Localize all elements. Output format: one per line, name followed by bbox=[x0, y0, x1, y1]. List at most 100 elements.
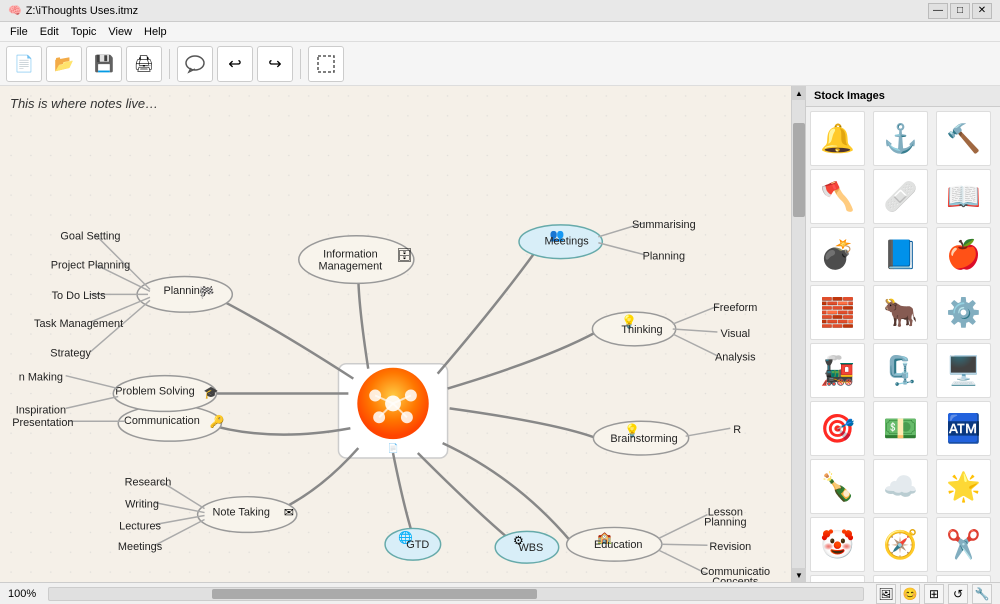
vertical-scrollbar[interactable]: ▲ ▼ bbox=[791, 86, 805, 582]
speech-bubble-button[interactable] bbox=[177, 46, 213, 82]
close-btn[interactable]: ✕ bbox=[972, 3, 992, 19]
save-button[interactable]: 💾 bbox=[86, 46, 122, 82]
inspiration-label: Inspiration bbox=[16, 404, 66, 416]
stock-bull[interactable]: 🐂 bbox=[873, 285, 928, 340]
note-taking-label: Note Taking bbox=[213, 506, 270, 518]
stock-panel-title: Stock Images bbox=[806, 86, 1000, 107]
grid-bottom-btn[interactable]: ⊞ bbox=[924, 584, 944, 604]
writing-label: Writing bbox=[125, 498, 159, 510]
stock-clown[interactable]: 🤡 bbox=[810, 517, 865, 572]
app-icon: 🧠 bbox=[8, 4, 22, 17]
strategy-label: Strategy bbox=[50, 348, 91, 360]
mindmap-svg: 📄 Planning 🏁 Goal Setting Project Planni… bbox=[0, 86, 791, 582]
stock-target[interactable]: 🎯 bbox=[810, 401, 865, 456]
todo-lists-label: To Do Lists bbox=[52, 290, 106, 302]
select-button[interactable] bbox=[308, 46, 344, 82]
thinking-label: Thinking bbox=[621, 324, 662, 336]
stock-machinery[interactable]: ⚙️ bbox=[936, 285, 991, 340]
stock-scissors[interactable]: ✂️ bbox=[936, 517, 991, 572]
open-button[interactable]: 📂 bbox=[46, 46, 82, 82]
maximize-btn[interactable]: □ bbox=[950, 3, 970, 19]
project-planning-label: Project Planning bbox=[51, 259, 130, 271]
stock-hammer[interactable]: 🔨 bbox=[936, 111, 991, 166]
stock-computer[interactable]: 🖥️ bbox=[936, 343, 991, 398]
brainstorming-label: Brainstorming bbox=[610, 433, 677, 445]
stock-images-grid: 🔔 ⚓ 🔨 🪓 🩹 📖 💣 📘 🍎 🧱 🐂 ⚙️ 🚂 🗜️ 🖥️ 🎯 💵 🏧 bbox=[806, 107, 1000, 582]
title-bar: 🧠 Z:\iThoughts Uses.itmz — □ ✕ bbox=[0, 0, 1000, 22]
hscroll-thumb[interactable] bbox=[212, 589, 538, 599]
stock-bible[interactable]: 📖 bbox=[936, 169, 991, 224]
vscroll-thumb[interactable] bbox=[793, 123, 805, 217]
r-label: R bbox=[733, 424, 741, 436]
window-title: Z:\iThoughts Uses.itmz bbox=[26, 5, 138, 17]
stock-roadblock[interactable]: 🚧 bbox=[810, 575, 865, 582]
stock-bomb[interactable]: 💣 bbox=[810, 227, 865, 282]
note-taking-icon: ✉ bbox=[284, 506, 294, 520]
line-revision bbox=[661, 544, 708, 545]
analysis-label: Analysis bbox=[715, 352, 756, 364]
menu-edit[interactable]: Edit bbox=[34, 26, 65, 38]
communication-icon: 🔑 bbox=[209, 413, 224, 428]
stock-robot[interactable]: 🤖 bbox=[936, 575, 991, 582]
stock-cloud[interactable]: ☁️ bbox=[873, 459, 928, 514]
education-label: Education bbox=[594, 539, 643, 551]
settings-bottom-btn[interactable]: 🔧 bbox=[972, 584, 992, 604]
info-mgmt-label2: Management bbox=[319, 260, 383, 272]
scroll-down-btn[interactable]: ▼ bbox=[792, 568, 806, 582]
emoji-bottom-btn[interactable]: 😊 bbox=[900, 584, 920, 604]
toolbar-sep-2 bbox=[300, 49, 301, 79]
window-controls[interactable]: — □ ✕ bbox=[928, 3, 992, 19]
zoom-level: 100% bbox=[8, 588, 36, 600]
stock-images-panel: Stock Images 🔔 ⚓ 🔨 🪓 🩹 📖 💣 📘 🍎 🧱 🐂 ⚙️ 🚂 … bbox=[805, 86, 1000, 582]
goal-setting-label: Goal Setting bbox=[60, 231, 120, 243]
comm-concepts2: Concepts bbox=[712, 576, 759, 582]
image-bottom-btn[interactable]: 🖼 bbox=[876, 584, 896, 604]
stock-register[interactable]: 🏧 bbox=[936, 401, 991, 456]
stock-brick[interactable]: 🧱 bbox=[810, 285, 865, 340]
stock-money[interactable]: 💵 bbox=[873, 401, 928, 456]
horizontal-scrollbar[interactable] bbox=[48, 587, 864, 601]
freeform-label: Freeform bbox=[713, 302, 757, 314]
visual-label: Visual bbox=[721, 328, 751, 340]
menu-file[interactable]: File bbox=[4, 26, 34, 38]
toolbar-sep-1 bbox=[169, 49, 170, 79]
status-bar: 100% 🖼 😊 ⊞ ↺ 🔧 bbox=[0, 582, 1000, 604]
toolbar: 📄 📂 💾 🖨 ↩ ↪ bbox=[0, 42, 1000, 86]
undo-button[interactable]: ↩ bbox=[217, 46, 253, 82]
stock-star[interactable]: 🌟 bbox=[936, 459, 991, 514]
minimize-btn[interactable]: — bbox=[928, 3, 948, 19]
print-button[interactable]: 🖨 bbox=[126, 46, 162, 82]
stock-clamp[interactable]: 🗜️ bbox=[873, 343, 928, 398]
wbs-label: WBS bbox=[518, 542, 543, 554]
scroll-up-btn[interactable]: ▲ bbox=[792, 86, 806, 100]
menu-topic[interactable]: Topic bbox=[65, 26, 103, 38]
main-area: This is where notes live… bbox=[0, 86, 1000, 582]
stock-contract[interactable]: 📜 bbox=[873, 575, 928, 582]
problem-solving-label: Problem Solving bbox=[115, 385, 194, 397]
stock-train[interactable]: 🚂 bbox=[810, 343, 865, 398]
stock-bell[interactable]: 🔔 bbox=[810, 111, 865, 166]
stock-axe[interactable]: 🪓 bbox=[810, 169, 865, 224]
canvas-area[interactable]: This is where notes live… bbox=[0, 86, 791, 582]
planning-icon: 🏁 bbox=[200, 285, 215, 299]
menu-help[interactable]: Help bbox=[138, 26, 173, 38]
new-button[interactable]: 📄 bbox=[6, 46, 42, 82]
communication-label: Communication bbox=[124, 415, 200, 427]
stock-anchor[interactable]: ⚓ bbox=[873, 111, 928, 166]
bottom-toolbar: 🖼 😊 ⊞ ↺ 🔧 bbox=[876, 584, 992, 604]
stock-compass[interactable]: 🧭 bbox=[873, 517, 928, 572]
info-mgmt-icon: 🗄 bbox=[396, 248, 412, 263]
undo-bottom-btn[interactable]: ↺ bbox=[948, 584, 968, 604]
stock-bandaid[interactable]: 🩹 bbox=[873, 169, 928, 224]
presentation-label: Presentation bbox=[12, 417, 73, 429]
decision-label: n Making bbox=[19, 372, 63, 384]
stock-champagne[interactable]: 🍾 bbox=[810, 459, 865, 514]
stock-book[interactable]: 📘 bbox=[873, 227, 928, 282]
stock-apple[interactable]: 🍎 bbox=[936, 227, 991, 282]
task-mgmt-label: Task Management bbox=[34, 318, 123, 330]
center-label: 📄 bbox=[387, 442, 398, 453]
gtd-label: GTD bbox=[406, 539, 429, 551]
menu-view[interactable]: View bbox=[102, 26, 138, 38]
research-label: Research bbox=[125, 477, 172, 489]
redo-button[interactable]: ↪ bbox=[257, 46, 293, 82]
